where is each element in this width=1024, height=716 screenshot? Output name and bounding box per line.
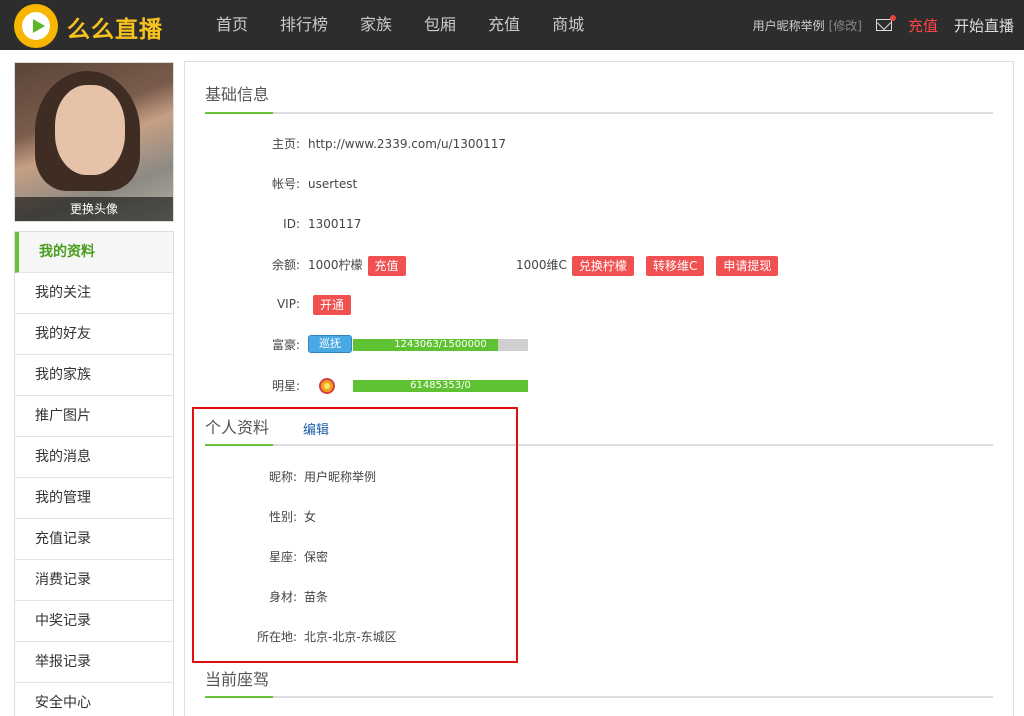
vip-label: VIP: <box>276 297 300 311</box>
star-progress-text: 61485353/0 <box>410 380 471 391</box>
id-value: 1300117 <box>308 217 362 231</box>
recharge-button[interactable]: 充值 <box>367 255 406 276</box>
highlight-box <box>192 407 518 663</box>
sidebar-item-security-center[interactable]: 安全中心 <box>15 683 173 716</box>
brand-name[interactable]: 么么直播 <box>67 10 163 44</box>
nav-item-ranking[interactable]: 排行榜 <box>280 0 328 50</box>
change-avatar-button[interactable]: 更换头像 <box>15 197 173 221</box>
basic-info-divider <box>205 112 993 114</box>
avatar[interactable]: 更换头像 <box>14 62 174 222</box>
main-nav: 首页 排行榜 家族 包厢 充值 商城 <box>200 0 616 50</box>
sidebar-item-spending-records[interactable]: 消费记录 <box>15 560 173 601</box>
star-label: 明星: <box>271 379 300 393</box>
edit-nickname-link[interactable]: [修改] <box>829 17 862 34</box>
current-car-divider <box>205 696 993 698</box>
logo-icon[interactable] <box>14 4 58 48</box>
sidebar-item-family[interactable]: 我的家族 <box>15 355 173 396</box>
nav-item-mall[interactable]: 商城 <box>552 0 584 50</box>
balance-value: 1000柠檬 <box>308 258 363 272</box>
account-label: 帐号: <box>271 177 300 191</box>
nav-item-home[interactable]: 首页 <box>216 0 248 50</box>
rich-progress-text: 1243063/1500000 <box>394 339 487 350</box>
sidebar-item-following[interactable]: 我的关注 <box>15 273 173 314</box>
homepage-label: 主页: <box>271 137 300 151</box>
top-bar: 么么直播 首页 排行榜 家族 包厢 充值 商城 用户昵称举例 [修改] 充值 开… <box>0 0 1024 50</box>
nav-item-family[interactable]: 家族 <box>360 0 392 50</box>
user-nickname[interactable]: 用户昵称举例 <box>753 17 825 34</box>
nav-item-box[interactable]: 包厢 <box>424 0 456 50</box>
sidebar-item-prize-records[interactable]: 中奖记录 <box>15 601 173 642</box>
basic-info-title: 基础信息 <box>205 85 270 104</box>
id-label: ID: <box>283 217 300 231</box>
weic-value: 1000维C <box>516 258 567 272</box>
sidebar-item-promo-images[interactable]: 推广图片 <box>15 396 173 437</box>
top-recharge-link[interactable]: 充值 <box>908 15 938 36</box>
notification-dot-icon <box>889 15 896 21</box>
balance-label: 余额: <box>271 258 300 272</box>
rich-progress-bar: 1243063/1500000 <box>353 339 528 351</box>
transfer-weic-button[interactable]: 转移维C <box>645 255 705 276</box>
account-value: usertest <box>308 177 358 191</box>
sidebar-item-friends[interactable]: 我的好友 <box>15 314 173 355</box>
rich-row: 富豪: 巡抚 1243063/1500000 <box>205 333 605 357</box>
vip-open-button[interactable]: 开通 <box>313 294 352 315</box>
start-live-link[interactable]: 开始直播 <box>954 15 1014 36</box>
nav-item-recharge[interactable]: 充值 <box>488 0 520 50</box>
side-menu: 我的资料 我的关注 我的好友 我的家族 推广图片 我的消息 我的管理 充值记录 … <box>14 231 174 716</box>
star-progress-bar: 61485353/0 <box>353 380 528 392</box>
sidebar-item-report-records[interactable]: 举报记录 <box>15 642 173 683</box>
mail-icon[interactable] <box>875 15 896 31</box>
homepage-value[interactable]: http://www.2339.com/u/1300117 <box>308 132 506 156</box>
exchange-lemon-button[interactable]: 兑换柠檬 <box>571 255 634 276</box>
withdraw-button[interactable]: 申请提现 <box>716 255 779 276</box>
rich-level-badge: 巡抚 <box>308 335 352 353</box>
rich-label: 富豪: <box>271 338 300 352</box>
star-level-icon <box>317 376 337 396</box>
sidebar-item-recharge-records[interactable]: 充值记录 <box>15 519 173 560</box>
sidebar-item-my-profile[interactable]: 我的资料 <box>15 232 173 273</box>
sidebar-item-messages[interactable]: 我的消息 <box>15 437 173 478</box>
sidebar-item-management[interactable]: 我的管理 <box>15 478 173 519</box>
balance-row: 余额: 1000柠檬 充值 1000维C 兑换柠檬 转移维C 申请提现 <box>205 253 905 277</box>
user-area: 用户昵称举例 [修改] 充值 开始直播 <box>753 0 1014 50</box>
star-row: 明星: 61485353/0 <box>205 374 605 398</box>
current-car-title: 当前座驾 <box>205 670 270 689</box>
